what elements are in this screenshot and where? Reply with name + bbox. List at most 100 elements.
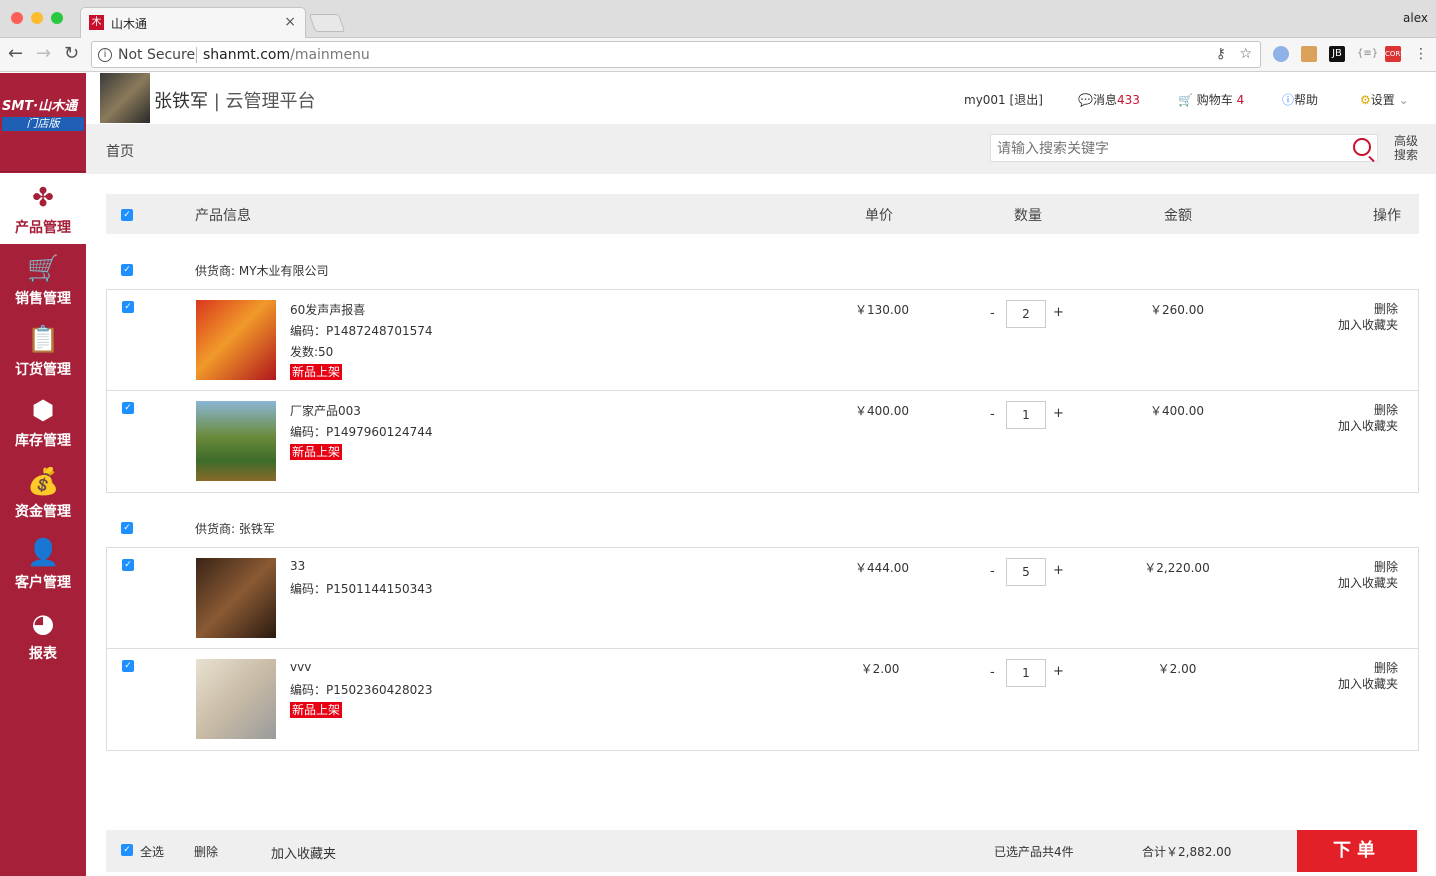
url-text[interactable]: shanmt.com/mainmenu [203,47,370,63]
bulk-delete-link[interactable]: 删除 [194,843,218,860]
qty-decrement-button[interactable]: - [990,665,995,680]
row-checkbox[interactable]: ✓ [122,301,134,313]
product-name[interactable]: vvv [290,660,311,674]
help-icon: ⓘ [1282,93,1295,107]
supplier-group: ✓ 33 编码：P1501144150343 ￥444.00-5 + ￥2,220.00 删… [106,547,1419,751]
qty-increment-button[interactable]: + [1053,664,1064,679]
address-bar[interactable]: i Not Secure shanmt.com/mainmenu ⚷ ☆ [91,41,1261,68]
favicon-icon: 木 [89,15,104,30]
info-icon[interactable]: i [98,48,112,62]
product-image[interactable] [196,558,276,638]
footer-select-all-checkbox[interactable]: ✓ [121,844,133,856]
back-icon[interactable]: ← [8,43,23,65]
sidebar-item[interactable]: ✤ 产品管理 [0,173,86,244]
maximize-window-icon[interactable] [51,12,63,24]
quantity-input[interactable]: 1 [1006,659,1046,687]
new-tab-button[interactable] [308,14,346,32]
key-icon[interactable]: ⚷ [1216,46,1226,62]
sidebar-item[interactable]: 👤 客户管理 [0,528,86,599]
product-image[interactable] [196,401,276,481]
sidebar-item[interactable]: 🛒 销售管理 [0,244,86,315]
settings-link[interactable]: ⚙设置 ⌄ [1360,91,1409,108]
browser-tab[interactable]: 木 山木通 × [80,7,306,38]
jetbrains-extension-icon[interactable]: JB [1329,46,1345,62]
row-amount: ￥2,220.00 [1144,561,1210,575]
product-name[interactable]: 60发声声报喜 [290,301,365,318]
row-checkbox[interactable]: ✓ [122,559,134,571]
row-actions: 删除 加入收藏夹 [1338,402,1398,434]
product-image[interactable] [196,300,276,380]
quantity-input[interactable]: 5 [1006,558,1046,586]
forward-icon[interactable]: → [36,43,51,65]
row-actions: 删除 加入收藏夹 [1338,660,1398,692]
json-extension-icon[interactable]: {≡} [1357,46,1378,62]
qty-increment-button[interactable]: + [1053,563,1064,578]
qty-decrement-button[interactable]: - [990,564,995,579]
row-checkbox[interactable]: ✓ [122,402,134,414]
menu-dots-icon[interactable]: ⋮ [1413,46,1429,62]
add-favorite-link[interactable]: 加入收藏夹 [1338,676,1398,692]
sidebar-item-label: 订货管理 [15,362,71,378]
shop-title: 张铁军 | 云管理平台 [154,91,316,112]
row-amount: ￥260.00 [1150,303,1204,317]
sidebar-item[interactable]: 📋 订货管理 [0,315,86,386]
delete-link[interactable]: 删除 [1338,402,1398,418]
cart-icon: 🛒 [1178,93,1193,107]
user-account[interactable]: my001 [退出] [964,91,1043,108]
money-bag-icon: 💰 [27,467,60,497]
add-favorite-link[interactable]: 加入收藏夹 [1338,317,1398,333]
delete-link[interactable]: 删除 [1338,301,1398,317]
extension-icon[interactable] [1301,46,1317,62]
help-link[interactable]: ⓘ帮助 [1282,91,1318,108]
delete-link[interactable]: 删除 [1338,660,1398,676]
add-favorite-link[interactable]: 加入收藏夹 [1338,575,1398,591]
col-product: 产品信息 [195,208,251,224]
place-order-button[interactable]: 下单 [1297,830,1417,872]
unit-price: ￥2.00 [860,662,900,676]
shop-avatar [100,73,150,123]
bookmark-star-icon[interactable]: ☆ [1239,46,1252,62]
quantity-input[interactable]: 1 [1006,401,1046,429]
sidebar-item[interactable]: ⬢ 库存管理 [0,386,86,457]
search-input[interactable] [997,139,1347,157]
select-all-checkbox[interactable]: ✓ [121,209,133,221]
quantity-input[interactable]: 2 [1006,300,1046,328]
sidebar-item-label: 客户管理 [15,575,71,591]
close-window-icon[interactable] [11,12,23,24]
supplier-group: ✓ 60发声声报喜 编码：P1487248701574 发数:50 新品上架 ￥130.0… [106,289,1419,493]
sidebar-item-label: 销售管理 [15,291,71,307]
sidebar-item[interactable]: 💰 资金管理 [0,457,86,528]
sidebar-item[interactable]: ◕ 报表 [0,599,86,670]
close-tab-icon[interactable]: × [284,14,296,30]
profile-name[interactable]: alex [1403,11,1428,25]
breadcrumb[interactable]: 首页 [106,141,134,161]
reload-icon[interactable]: ↻ [64,43,79,65]
logout-link[interactable]: [退出] [1010,93,1043,107]
qty-increment-button[interactable]: + [1053,406,1064,421]
logo[interactable]: SMT·山木通 门店版 [0,73,86,172]
product-name[interactable]: 33 [290,559,305,573]
new-product-badge: 新品上架 [290,702,343,718]
product-image[interactable] [196,659,276,739]
browser-tabbar: 木 山木通 × alex [0,0,1436,38]
qty-decrement-button[interactable]: - [990,306,995,321]
product-code: 编码：P1501144150343 [290,582,433,596]
add-favorite-link[interactable]: 加入收藏夹 [1338,418,1398,434]
qty-increment-button[interactable]: + [1053,305,1064,320]
search-icon[interactable] [1353,138,1371,156]
advanced-search-link[interactable]: 高级搜索 [1394,134,1422,162]
product-name[interactable]: 厂家产品003 [290,402,361,419]
cart-icon: 🛒 [27,254,60,284]
delete-link[interactable]: 删除 [1338,559,1398,575]
row-checkbox[interactable]: ✓ [122,660,134,672]
cart-link[interactable]: 🛒 购物车 4 [1178,91,1244,108]
supplier-checkbox[interactable]: ✓ [121,522,133,534]
messages-link[interactable]: 💬消息433 [1078,91,1140,108]
extension-icon[interactable] [1273,46,1289,62]
cors-extension-icon[interactable]: CORS [1385,46,1405,62]
qty-decrement-button[interactable]: - [990,407,995,422]
select-all-label[interactable]: 全选 [140,843,164,860]
minimize-window-icon[interactable] [31,12,43,24]
bulk-favorite-link[interactable]: 加入收藏夹 [271,843,336,862]
supplier-checkbox[interactable]: ✓ [121,264,133,276]
